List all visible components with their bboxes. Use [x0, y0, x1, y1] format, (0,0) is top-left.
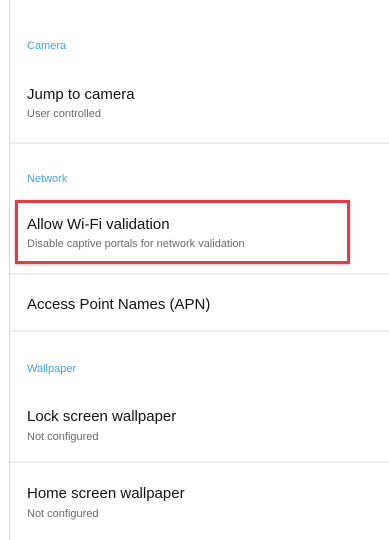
highlight-box [15, 200, 350, 264]
divider [10, 461, 389, 463]
section-title-camera: Camera [27, 40, 67, 52]
setting-access-point-names[interactable]: Access Point Names (APN) [10, 276, 389, 330]
setting-title: Home screen wallpaper [27, 485, 185, 502]
setting-title: Lock screen wallpaper [27, 408, 177, 425]
setting-title: Jump to camera [27, 86, 135, 103]
divider [10, 142, 389, 144]
divider [10, 330, 389, 332]
setting-subtitle: Not configured [27, 431, 99, 443]
setting-jump-to-camera[interactable]: Jump to camera User controlled [10, 76, 389, 130]
settings-panel: Camera Jump to camera User controlled Ne… [9, 0, 389, 540]
setting-lock-screen-wallpaper[interactable]: Lock screen wallpaper Not configured [10, 396, 389, 452]
section-title-wallpaper: Wallpaper [27, 363, 77, 375]
section-title-network: Network [27, 173, 68, 185]
setting-subtitle: User controlled [27, 108, 101, 120]
setting-home-screen-wallpaper[interactable]: Home screen wallpaper Not configured [10, 474, 389, 530]
setting-title: Access Point Names (APN) [27, 296, 211, 313]
divider [10, 273, 389, 275]
setting-subtitle: Not configured [27, 508, 99, 520]
